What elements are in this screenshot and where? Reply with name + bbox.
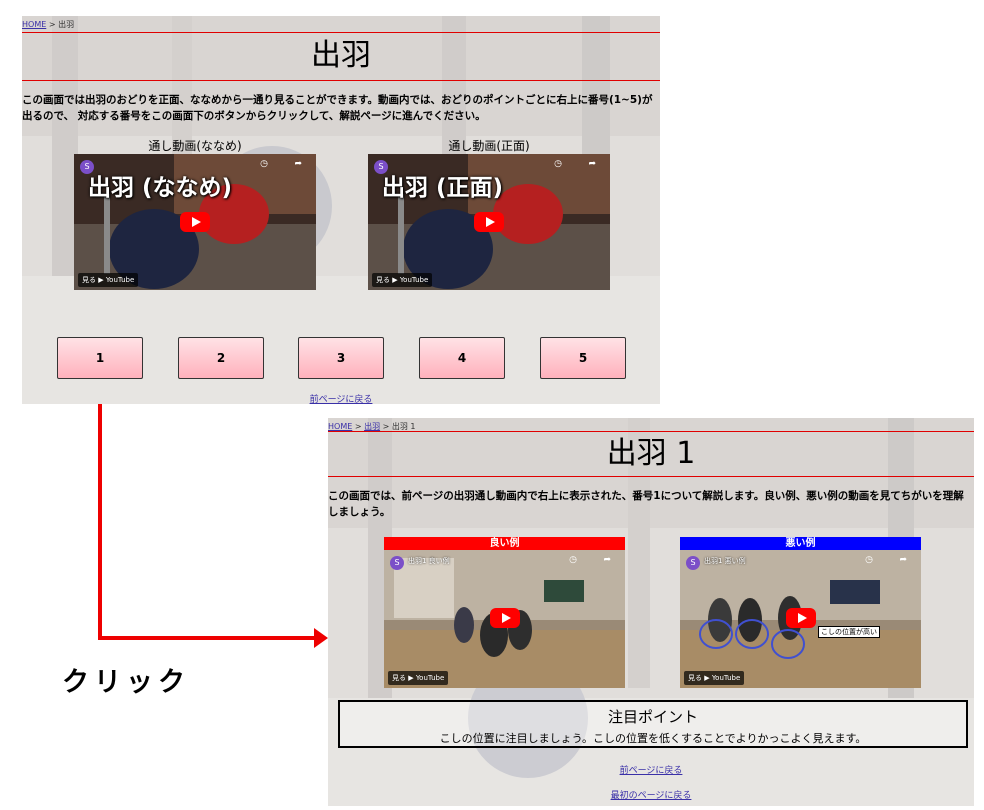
point-button-1[interactable]: 1	[57, 337, 143, 379]
arrow-head	[314, 628, 328, 648]
page-title: 出羽	[311, 38, 371, 73]
clock-icon[interactable]: ◷	[260, 159, 268, 169]
first-page-link[interactable]: 最初のページに戻る	[328, 788, 974, 801]
page-description: この画面では出羽のおどりを正面、ななめから一通り見ることができます。動画内では、…	[22, 94, 653, 122]
breadcrumb-current: 出羽 1	[391, 422, 416, 431]
video-small-title: 出羽1 良い例	[408, 557, 450, 565]
good-example-header: 良い例	[384, 537, 625, 550]
point-button-4[interactable]: 4	[419, 337, 505, 379]
share-icon[interactable]: ➦	[603, 555, 611, 565]
page-description: この画面では、前ページの出羽通し動画内で右上に表示された、番号1について解説しま…	[328, 490, 964, 518]
bad-example-header: 悪い例	[680, 537, 921, 550]
back-link[interactable]: 前ページに戻る	[22, 392, 660, 404]
arrow-vertical	[98, 404, 102, 640]
share-icon[interactable]: ➦	[294, 159, 302, 169]
hip-position-tag: こしの位置が高い	[818, 626, 880, 638]
title-bottom-rule	[328, 476, 974, 477]
point-button-3[interactable]: 3	[298, 337, 384, 379]
arrow-horizontal	[98, 636, 316, 640]
youtube-play-icon[interactable]	[474, 212, 504, 232]
video-player-diagonal[interactable]: S ◷ ➦ 出羽 (ななめ) 見る ▶ YouTube	[74, 154, 316, 290]
key-point-box: 注目ポイント こしの位置に注目しましょう。こしの位置を低くすることでよりかっこよ…	[338, 700, 968, 748]
video-player-bad[interactable]: S 出羽1 悪い例 ◷ ➦ こしの位置が高い 見る ▶ YouTube	[680, 550, 921, 688]
click-label: クリック	[62, 667, 190, 698]
watch-on-youtube[interactable]: 見る ▶ YouTube	[684, 671, 745, 685]
video-label-front: 通し動画(正面)	[448, 139, 530, 153]
key-point-heading: 注目ポイント	[607, 708, 698, 726]
youtube-play-icon[interactable]	[180, 212, 210, 232]
bottom-page: HOME > 出羽 > 出羽 1 出羽 1 この画面では、前ページの出羽通し動画…	[328, 418, 974, 806]
breadcrumb-home-link[interactable]: HOME	[328, 422, 352, 431]
key-point-text: こしの位置に注目しましょう。こしの位置を低くすることでよりかっこよく見えます。	[439, 732, 867, 745]
video-small-title: 出羽1 悪い例	[704, 557, 746, 565]
breadcrumb-dewa-link[interactable]: 出羽	[364, 422, 380, 431]
clock-icon[interactable]: ◷	[865, 555, 873, 565]
clock-icon[interactable]: ◷	[554, 159, 562, 169]
page-title: 出羽 1	[606, 436, 696, 471]
breadcrumb-home-link[interactable]: HOME	[22, 20, 46, 29]
channel-avatar: S	[686, 556, 700, 570]
watch-on-youtube[interactable]: 見る ▶ YouTube	[372, 273, 433, 287]
video-overlay-title: 出羽 (正面)	[382, 175, 504, 201]
share-icon[interactable]: ➦	[899, 555, 907, 565]
point-button-5[interactable]: 5	[540, 337, 626, 379]
youtube-play-icon[interactable]	[786, 608, 816, 628]
video-player-good[interactable]: S 出羽1 良い例 ◷ ➦ 見る ▶ YouTube	[384, 550, 625, 688]
title-bottom-rule	[22, 80, 660, 81]
top-page: HOME > 出羽 出羽 この画面では出羽のおどりを正面、ななめから一通り見るこ…	[22, 16, 660, 404]
share-icon[interactable]: ➦	[588, 159, 596, 169]
title-top-rule	[22, 32, 660, 33]
back-link[interactable]: 前ページに戻る	[328, 763, 974, 776]
video-overlay-title: 出羽 (ななめ)	[88, 175, 233, 201]
youtube-play-icon[interactable]	[490, 608, 520, 628]
video-player-front[interactable]: S ◷ ➦ 出羽 (正面) 見る ▶ YouTube	[368, 154, 610, 290]
channel-avatar: S	[390, 556, 404, 570]
title-top-rule	[328, 431, 974, 432]
video-label-diagonal: 通し動画(ななめ)	[148, 139, 242, 153]
breadcrumb-current: 出羽	[58, 20, 75, 29]
breadcrumb: HOME > 出羽	[22, 20, 75, 29]
watch-on-youtube[interactable]: 見る ▶ YouTube	[388, 671, 449, 685]
point-button-2[interactable]: 2	[178, 337, 264, 379]
watch-on-youtube[interactable]: 見る ▶ YouTube	[78, 273, 139, 287]
clock-icon[interactable]: ◷	[569, 555, 577, 565]
